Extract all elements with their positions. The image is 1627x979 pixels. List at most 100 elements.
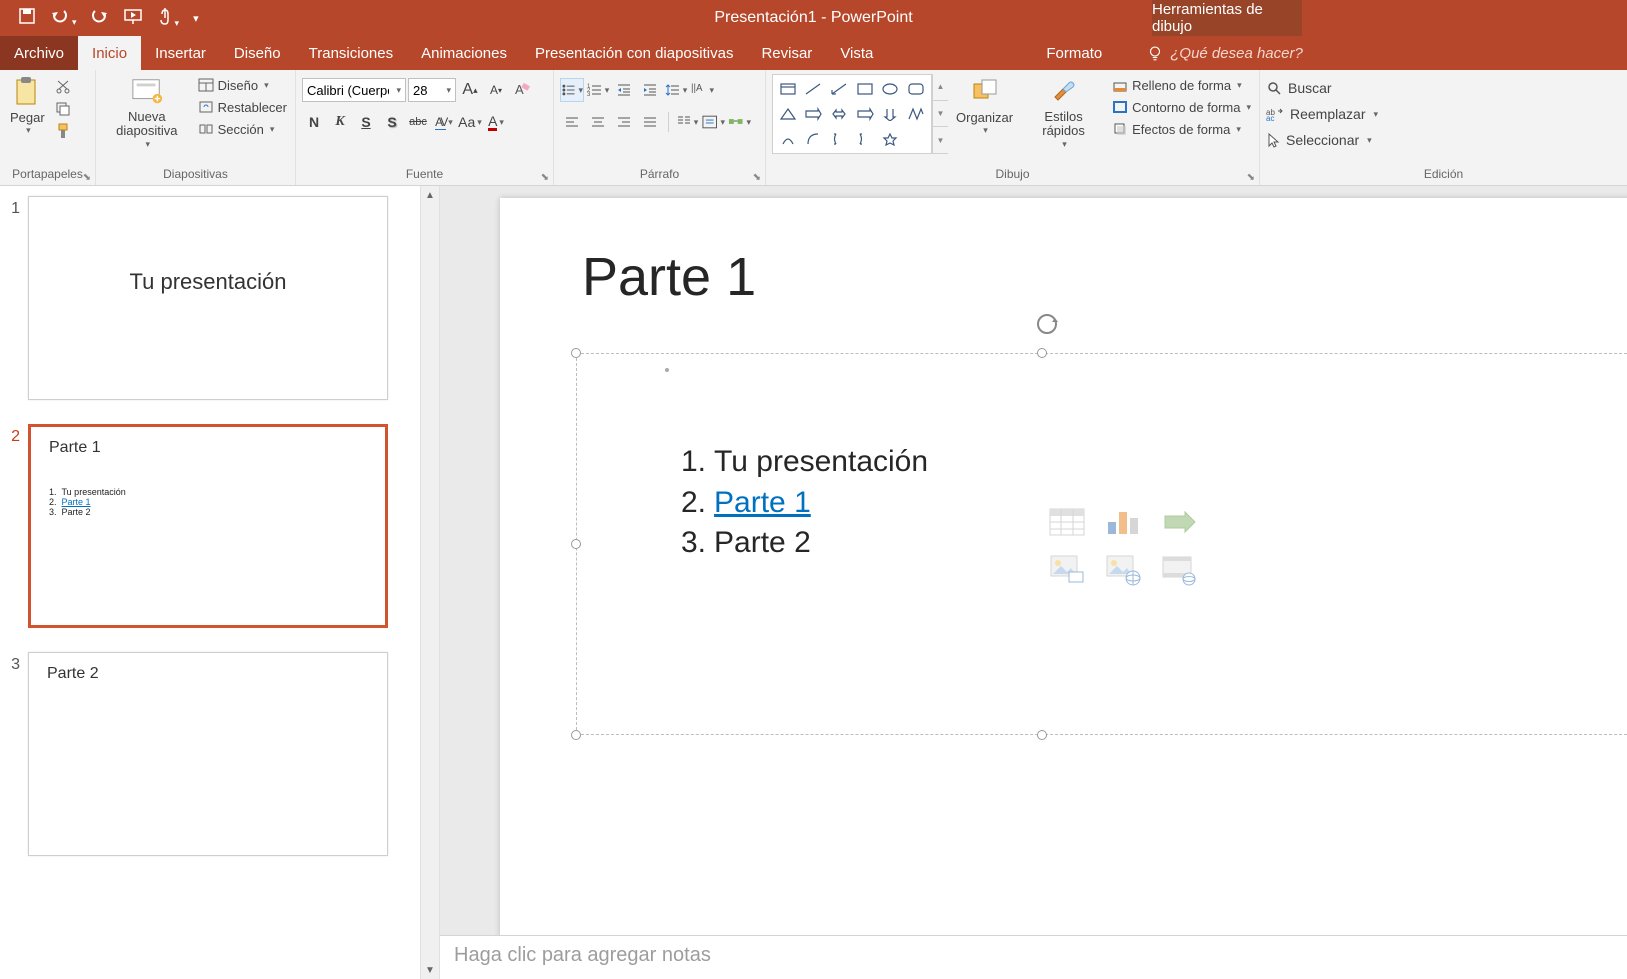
- layout-button[interactable]: Diseño▾: [196, 76, 289, 94]
- start-slideshow-icon[interactable]: [123, 7, 143, 30]
- insert-table-icon[interactable]: [1043, 502, 1091, 542]
- tab-archivo[interactable]: Archivo: [0, 36, 78, 70]
- selection-handle[interactable]: [571, 539, 581, 549]
- tab-vista[interactable]: Vista: [826, 36, 887, 70]
- columns-button[interactable]: ▾: [675, 110, 699, 134]
- format-painter-button[interactable]: [53, 122, 73, 140]
- font-size-combo[interactable]: 28▾: [408, 78, 456, 102]
- numbering-button[interactable]: 123▾: [586, 78, 610, 102]
- text-cursor: [665, 368, 669, 372]
- dialog-launcher-icon[interactable]: ⬊: [753, 172, 761, 183]
- gallery-up-icon[interactable]: ▲: [933, 74, 948, 101]
- tab-formato[interactable]: Formato: [1032, 36, 1116, 70]
- effects-icon: [1112, 121, 1128, 137]
- text-direction-button[interactable]: ||A▾: [690, 78, 714, 102]
- align-center-button[interactable]: [586, 110, 610, 134]
- copy-button[interactable]: [53, 100, 73, 118]
- reset-button[interactable]: Restablecer: [196, 98, 289, 116]
- shape-fill-button[interactable]: Relleno de forma▾: [1110, 76, 1253, 94]
- estilos-rapidos-button[interactable]: Estilos rápidos▾: [1021, 74, 1106, 152]
- reemplazar-button[interactable]: abacReemplazar▾: [1266, 104, 1378, 124]
- bullets-button[interactable]: ▾: [560, 78, 584, 102]
- scroll-down-icon[interactable]: ▼: [421, 961, 439, 979]
- shape-outline-button[interactable]: Contorno de forma▾: [1110, 98, 1253, 116]
- font-color-button[interactable]: A▾: [484, 110, 508, 134]
- strike-button[interactable]: abc: [406, 110, 430, 134]
- undo-icon[interactable]: ▾: [50, 7, 77, 30]
- rotate-handle[interactable]: [1033, 310, 1061, 343]
- touch-mode-icon[interactable]: ▾: [157, 6, 180, 31]
- thumbnail-scrollbar[interactable]: ▲ ▼: [420, 186, 440, 979]
- insert-picture-icon[interactable]: [1043, 550, 1091, 590]
- redo-icon[interactable]: [91, 7, 109, 30]
- decrease-indent-button[interactable]: [612, 78, 636, 102]
- tab-insertar[interactable]: Insertar: [141, 36, 220, 70]
- notes-pane[interactable]: Haga clic para agregar notas: [440, 935, 1627, 979]
- selection-handle[interactable]: [1037, 348, 1047, 358]
- tab-diseno[interactable]: Diseño: [220, 36, 295, 70]
- align-justify-button[interactable]: [638, 110, 662, 134]
- gallery-more-icon[interactable]: ▼: [933, 127, 948, 154]
- slide-canvas[interactable]: Parte 1 1.Tu presentación 2.Parte 1 3.Pa…: [500, 198, 1627, 979]
- smartart-button[interactable]: ▾: [727, 110, 751, 134]
- insert-online-picture-icon[interactable]: [1099, 550, 1147, 590]
- tab-revisar[interactable]: Revisar: [747, 36, 826, 70]
- scroll-up-icon[interactable]: ▲: [421, 186, 439, 204]
- organizar-button[interactable]: Organizar▾: [952, 74, 1017, 138]
- thumb-title: Parte 1: [49, 439, 367, 457]
- customize-qat-icon[interactable]: ▾: [193, 12, 199, 25]
- shrink-font-button[interactable]: A▾: [484, 78, 508, 102]
- dialog-launcher-icon[interactable]: ⬊: [541, 172, 549, 183]
- insert-chart-icon[interactable]: [1099, 502, 1147, 542]
- selection-handle[interactable]: [571, 730, 581, 740]
- italic-button[interactable]: K: [328, 110, 352, 134]
- hyperlink[interactable]: Parte 1: [714, 486, 811, 519]
- underline-button[interactable]: S: [354, 110, 378, 134]
- selection-handle[interactable]: [571, 348, 581, 358]
- gallery-down-icon[interactable]: ▼: [933, 101, 948, 128]
- line-spacing-button[interactable]: ▾: [664, 78, 688, 102]
- seleccionar-button[interactable]: Seleccionar▾: [1266, 130, 1372, 150]
- insert-smartart-icon[interactable]: [1155, 502, 1203, 542]
- align-text-button[interactable]: ▾: [701, 110, 725, 134]
- bullets-icon: [561, 82, 576, 98]
- slide-title[interactable]: Parte 1: [582, 246, 756, 308]
- shape-effects-button[interactable]: Efectos de forma▾: [1110, 120, 1253, 138]
- content-placeholder[interactable]: 1.Tu presentación 2.Parte 1 3.Parte 2: [576, 353, 1627, 735]
- fill-icon: [1112, 77, 1128, 93]
- save-icon[interactable]: [18, 7, 36, 30]
- cut-button[interactable]: [53, 78, 73, 96]
- clear-format-button[interactable]: A: [510, 78, 534, 102]
- dialog-launcher-icon[interactable]: ⬊: [83, 172, 91, 183]
- char-spacing-button[interactable]: AV▾: [432, 110, 456, 134]
- thumbnail-2[interactable]: 2 Parte 1 1. Tu presentación 2. Parte 1 …: [4, 424, 404, 628]
- change-case-button[interactable]: Aa▾: [458, 110, 482, 134]
- tell-me-placeholder: ¿Qué desea hacer?: [1170, 45, 1303, 62]
- tab-inicio[interactable]: Inicio: [78, 36, 141, 70]
- font-name-combo[interactable]: Calibri (Cuerpo)▾: [302, 78, 406, 102]
- align-right-button[interactable]: [612, 110, 636, 134]
- dialog-launcher-icon[interactable]: ⬊: [1247, 172, 1255, 183]
- thumbnail-1[interactable]: 1 Tu presentación: [4, 196, 404, 400]
- nueva-diapositiva-button[interactable]: Nueva diapositiva▾: [102, 74, 192, 152]
- grow-font-button[interactable]: A▴: [458, 78, 482, 102]
- tab-presentacion[interactable]: Presentación con diapositivas: [521, 36, 747, 70]
- section-button[interactable]: Sección▾: [196, 120, 289, 138]
- pegar-button[interactable]: Pegar ▾: [6, 74, 49, 138]
- shapes-gallery[interactable]: [772, 74, 932, 154]
- content-list[interactable]: 1.Tu presentación 2.Parte 1 3.Parte 2: [681, 442, 928, 564]
- nueva-diapositiva-label: Nueva diapositiva: [106, 110, 188, 139]
- align-left-button[interactable]: [560, 110, 584, 134]
- title-bar: ▾ ▾ ▾ Presentación1 - PowerPoint Herrami…: [0, 0, 1627, 36]
- shadow-button[interactable]: S: [380, 110, 404, 134]
- tab-animaciones[interactable]: Animaciones: [407, 36, 521, 70]
- tab-transiciones[interactable]: Transiciones: [295, 36, 407, 70]
- group-edicion: Buscar abacReemplazar▾ Seleccionar▾ Edic…: [1260, 70, 1627, 185]
- insert-video-icon[interactable]: [1155, 550, 1203, 590]
- bold-button[interactable]: N: [302, 110, 326, 134]
- selection-handle[interactable]: [1037, 730, 1047, 740]
- increase-indent-button[interactable]: [638, 78, 662, 102]
- thumbnail-3[interactable]: 3 Parte 2: [4, 652, 404, 856]
- buscar-button[interactable]: Buscar: [1266, 78, 1332, 98]
- tell-me-search[interactable]: ¿Qué desea hacer?: [1146, 36, 1303, 70]
